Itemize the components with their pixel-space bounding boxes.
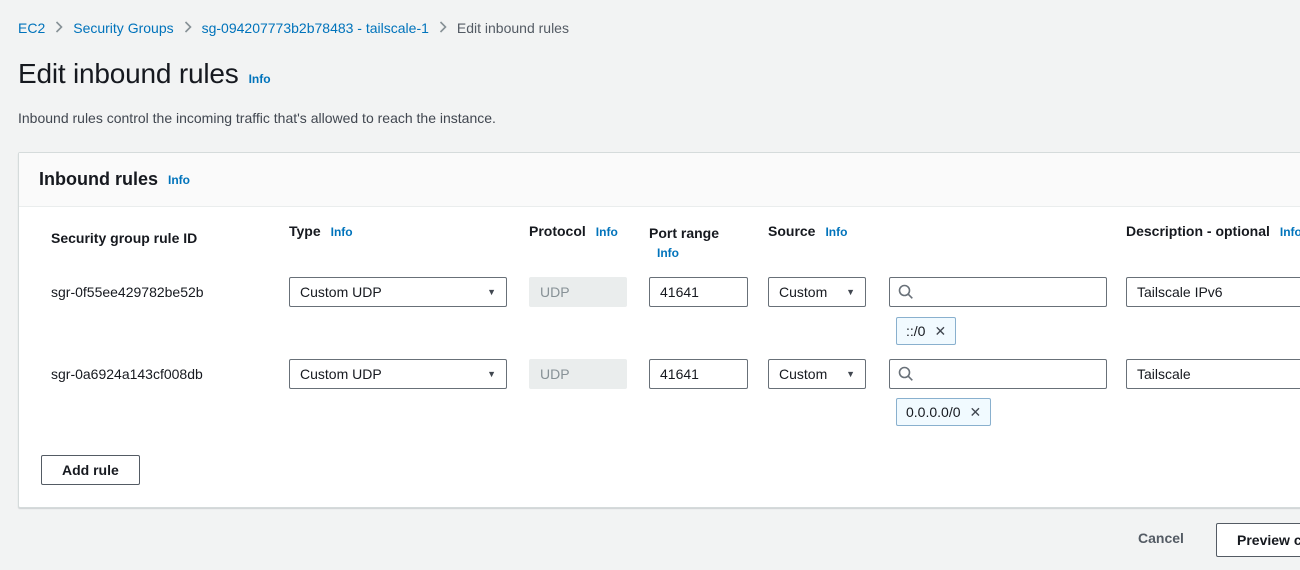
- inbound-rules-panel: Inbound rules Info Security group rule I…: [18, 152, 1300, 508]
- chevron-right-icon: [439, 20, 447, 36]
- dropdown-arrow-icon: ▼: [846, 369, 855, 379]
- column-headers: Security group rule ID Type Info Protocol…: [19, 223, 1300, 263]
- port-range-input[interactable]: [649, 277, 748, 307]
- type-select-value: Custom UDP: [300, 366, 382, 382]
- description-info-link[interactable]: Info: [1280, 225, 1300, 239]
- page-title: Edit inbound rules: [18, 58, 239, 89]
- source-search: [889, 359, 1107, 389]
- source-search-input[interactable]: [889, 359, 1107, 389]
- breadcrumb-current: Edit inbound rules: [456, 20, 569, 36]
- breadcrumb-link-security-group[interactable]: sg-094207773b2b78483 - tailscale-1: [202, 20, 429, 36]
- breadcrumb-link-security-groups[interactable]: Security Groups: [73, 20, 173, 36]
- preview-changes-button[interactable]: Preview changes: [1216, 523, 1300, 557]
- source-token: 0.0.0.0/0 ✕: [896, 398, 992, 426]
- breadcrumb: EC2 Security Groups sg-094207773b2b78483…: [18, 20, 569, 36]
- source-select-value: Custom: [779, 366, 828, 382]
- type-select-value: Custom UDP: [300, 284, 382, 300]
- remove-token-button[interactable]: ✕: [934, 324, 946, 338]
- description-input[interactable]: [1126, 359, 1300, 389]
- column-header-source: Source Info: [768, 223, 848, 239]
- source-search-input[interactable]: [889, 277, 1107, 307]
- rule-row: sgr-0a6924a143cf008db Custom UDP ▼ UDP C…: [19, 359, 1300, 389]
- source-token: ::/0 ✕: [896, 317, 957, 345]
- panel-title: Inbound rules: [39, 169, 158, 189]
- type-select[interactable]: Custom UDP ▼: [289, 359, 507, 389]
- description-input[interactable]: [1126, 277, 1300, 307]
- source-token-value: ::/0: [906, 323, 926, 339]
- column-header-port-range: Port range Info: [649, 223, 748, 263]
- type-select[interactable]: Custom UDP ▼: [289, 277, 507, 307]
- source-search: [889, 277, 1107, 307]
- panel-header: Inbound rules Info: [19, 153, 1300, 207]
- page-info-link[interactable]: Info: [249, 72, 271, 86]
- rule-id: sgr-0f55ee429782be52b: [51, 284, 204, 300]
- column-header-type: Type Info: [289, 223, 353, 239]
- page-description: Inbound rules control the incoming traff…: [18, 110, 496, 126]
- breadcrumb-link-ec2[interactable]: EC2: [18, 20, 45, 36]
- dropdown-arrow-icon: ▼: [487, 369, 496, 379]
- source-select-value: Custom: [779, 284, 828, 300]
- protocol-field: UDP: [529, 359, 627, 389]
- add-rule-button[interactable]: Add rule: [41, 455, 140, 485]
- source-info-link[interactable]: Info: [825, 225, 847, 239]
- dropdown-arrow-icon: ▼: [846, 287, 855, 297]
- close-icon: ✕: [969, 404, 982, 420]
- column-header-protocol: Protocol Info: [529, 223, 618, 239]
- column-header-rule-id: Security group rule ID: [51, 230, 198, 246]
- panel-info-link[interactable]: Info: [168, 173, 190, 187]
- protocol-info-link[interactable]: Info: [596, 225, 618, 239]
- close-icon: ✕: [934, 323, 947, 339]
- cancel-button[interactable]: Cancel: [1128, 528, 1194, 548]
- rule-id: sgr-0a6924a143cf008db: [51, 366, 203, 382]
- port-range-info-link[interactable]: Info: [657, 243, 748, 263]
- source-token-value: 0.0.0.0/0: [906, 404, 961, 420]
- port-range-input[interactable]: [649, 359, 748, 389]
- source-select[interactable]: Custom ▼: [768, 359, 866, 389]
- dropdown-arrow-icon: ▼: [487, 287, 496, 297]
- chevron-right-icon: [55, 20, 63, 36]
- remove-token-button[interactable]: ✕: [970, 405, 982, 419]
- source-select[interactable]: Custom ▼: [768, 277, 866, 307]
- chevron-right-icon: [184, 20, 192, 36]
- column-header-description: Description - optional Info: [1126, 223, 1300, 239]
- page-header: Edit inbound rules Info: [18, 58, 271, 90]
- rule-row: sgr-0f55ee429782be52b Custom UDP ▼ UDP C…: [19, 277, 1300, 307]
- protocol-field: UDP: [529, 277, 627, 307]
- type-info-link[interactable]: Info: [331, 225, 353, 239]
